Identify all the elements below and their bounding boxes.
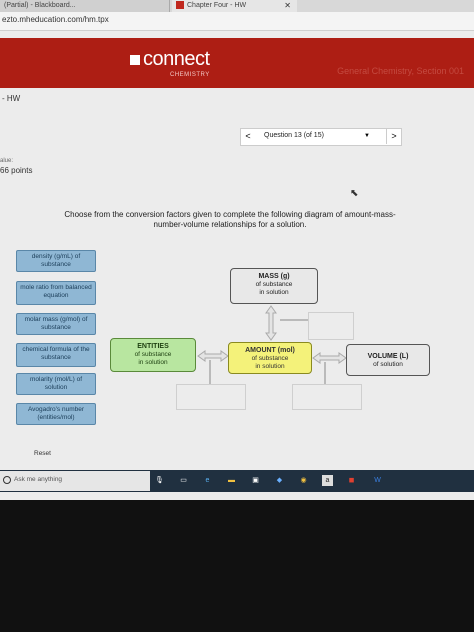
node-volume: VOLUME (L) of solution: [346, 344, 430, 376]
entities-amount-arrow: [197, 350, 229, 362]
edge-browser-icon[interactable]: e: [202, 475, 213, 486]
app-icon[interactable]: ◼: [346, 475, 357, 486]
mass-amount-arrow: [265, 305, 277, 341]
amazon-icon[interactable]: a: [322, 475, 333, 486]
task-view-icon[interactable]: ▭: [178, 475, 189, 486]
node-amount: AMOUNT (mol) of substance in solution: [228, 342, 312, 374]
store-icon[interactable]: ▣: [250, 475, 261, 486]
node-mass: MASS (g) of substance in solution: [230, 268, 318, 304]
cortana-search-input[interactable]: Ask me anything: [0, 471, 150, 491]
drop-target-mass-amount[interactable]: [308, 312, 354, 340]
chrome-icon[interactable]: ◉: [298, 475, 309, 486]
node-entities: ENTITIES of substance in solution: [110, 338, 196, 372]
cortana-icon: [3, 476, 11, 484]
monitor-bezel: [0, 500, 474, 632]
reset-button[interactable]: Reset: [34, 450, 51, 457]
screen: (Partial) - Blackboard... Chapter Four -…: [0, 0, 474, 500]
dropbox-icon[interactable]: ◆: [274, 475, 285, 486]
word-icon[interactable]: W: [372, 475, 383, 486]
amount-volume-arrow: [312, 352, 347, 364]
drop-target-entities-amount[interactable]: [176, 384, 246, 410]
drop-target-amount-volume[interactable]: [292, 384, 362, 410]
file-explorer-icon[interactable]: ▬: [226, 475, 237, 486]
diagram-connectors: [197, 305, 347, 384]
microphone-icon[interactable]: 🎙: [154, 475, 165, 486]
